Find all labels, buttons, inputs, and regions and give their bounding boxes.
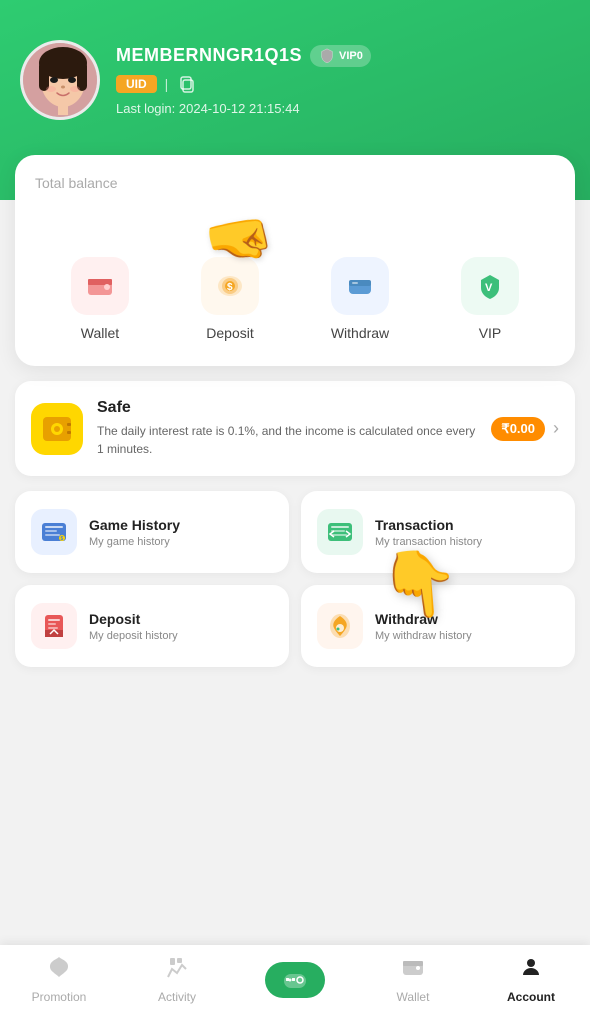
uid-divider: | (165, 76, 169, 92)
safe-balance[interactable]: ₹0.00 › (491, 417, 559, 441)
game-history-text: Game History My game history (89, 517, 180, 548)
nav-game-button[interactable] (265, 962, 325, 998)
balance-card: Total balance Wallet (15, 155, 575, 366)
transaction-icon (317, 509, 363, 555)
nav-activity[interactable]: Activity (118, 955, 236, 1004)
transaction-title: Transaction (375, 517, 482, 533)
withdraw-history-text: Withdraw My withdraw history (375, 611, 472, 642)
withdraw-history-title: Withdraw (375, 611, 472, 627)
uid-label: UID (116, 75, 157, 93)
game-history-subtitle: My game history (89, 536, 180, 548)
account-label: Account (507, 990, 555, 1004)
balance-amount (35, 201, 555, 237)
deposit-history-icon (31, 603, 77, 649)
user-info: MEMBERNNGR1Q1S VIP0 UID | (116, 45, 570, 116)
transaction-item[interactable]: Transaction My transaction history (301, 491, 575, 573)
deposit-action[interactable]: $ Deposit 🤜 (195, 257, 265, 341)
deposit-history-subtitle: My deposit history (89, 630, 178, 642)
wallet-nav-icon (401, 955, 425, 985)
wallet-action[interactable]: Wallet (65, 257, 135, 341)
quick-actions: Wallet $ Deposit 🤜 (35, 257, 555, 341)
transaction-text: Transaction My transaction history (375, 517, 482, 548)
vip-label: VIP0 (339, 50, 363, 62)
copy-icon[interactable] (176, 73, 198, 95)
safe-chevron-icon: › (553, 418, 559, 439)
vip-label: VIP (479, 325, 502, 341)
activity-icon (165, 955, 189, 985)
nav-account[interactable]: Account (472, 955, 590, 1004)
deposit-label: Deposit (206, 325, 253, 341)
vip-action[interactable]: V VIP (455, 257, 525, 341)
activity-label: Activity (158, 990, 196, 1004)
username-row: MEMBERNNGR1Q1S VIP0 (116, 45, 570, 67)
deposit-history-title: Deposit (89, 611, 178, 627)
promotion-icon (47, 955, 71, 985)
promotion-label: Promotion (32, 990, 87, 1004)
safe-info: Safe The daily interest rate is 0.1%, an… (97, 399, 477, 458)
nav-game-center (236, 962, 354, 998)
nav-wallet[interactable]: Wallet (354, 955, 472, 1004)
game-history-title: Game History (89, 517, 180, 533)
withdraw-history-item[interactable]: Withdraw My withdraw history (301, 585, 575, 667)
game-history-item[interactable]: $ Game History My game history (15, 491, 289, 573)
account-icon (519, 955, 543, 985)
safe-icon (31, 403, 83, 455)
wallet-icon (71, 257, 129, 315)
username: MEMBERNNGR1Q1S (116, 45, 302, 66)
vip-badge: VIP0 (310, 45, 371, 67)
withdraw-history-icon (317, 603, 363, 649)
svg-text:V: V (485, 282, 493, 294)
last-login: Last login: 2024-10-12 21:15:44 (116, 101, 570, 116)
wallet-nav-label: Wallet (397, 990, 430, 1004)
deposit-icon: $ (201, 257, 259, 315)
header-content: MEMBERNNGR1Q1S VIP0 UID | (20, 40, 570, 120)
transaction-subtitle: My transaction history (375, 536, 482, 548)
withdraw-icon (331, 257, 389, 315)
safe-title: Safe (97, 399, 477, 417)
withdraw-action[interactable]: Withdraw (325, 257, 395, 341)
safe-balance-amount: ₹0.00 (491, 417, 545, 441)
vip-icon: V (461, 257, 519, 315)
total-balance-label: Total balance (35, 175, 555, 191)
safe-description: The daily interest rate is 0.1%, and the… (97, 422, 477, 458)
svg-text:$: $ (227, 282, 233, 293)
shield-icon (318, 47, 336, 65)
safe-card[interactable]: Safe The daily interest rate is 0.1%, an… (15, 381, 575, 476)
wallet-label: Wallet (81, 325, 119, 341)
page-wrapper: MEMBERNNGR1Q1S VIP0 UID | (0, 0, 590, 762)
nav-promotion[interactable]: Promotion (0, 955, 118, 1004)
withdraw-label: Withdraw (331, 325, 389, 341)
avatar[interactable] (20, 40, 100, 120)
game-history-icon: $ (31, 509, 77, 555)
deposit-history-item[interactable]: Deposit My deposit history (15, 585, 289, 667)
uid-row: UID | (116, 73, 570, 95)
bottom-nav: Promotion Activity (0, 945, 590, 1024)
svg-text:$: $ (61, 536, 64, 542)
withdraw-history-subtitle: My withdraw history (375, 630, 472, 642)
menu-grid: $ Game History My game history (15, 491, 575, 667)
deposit-history-text: Deposit My deposit history (89, 611, 178, 642)
